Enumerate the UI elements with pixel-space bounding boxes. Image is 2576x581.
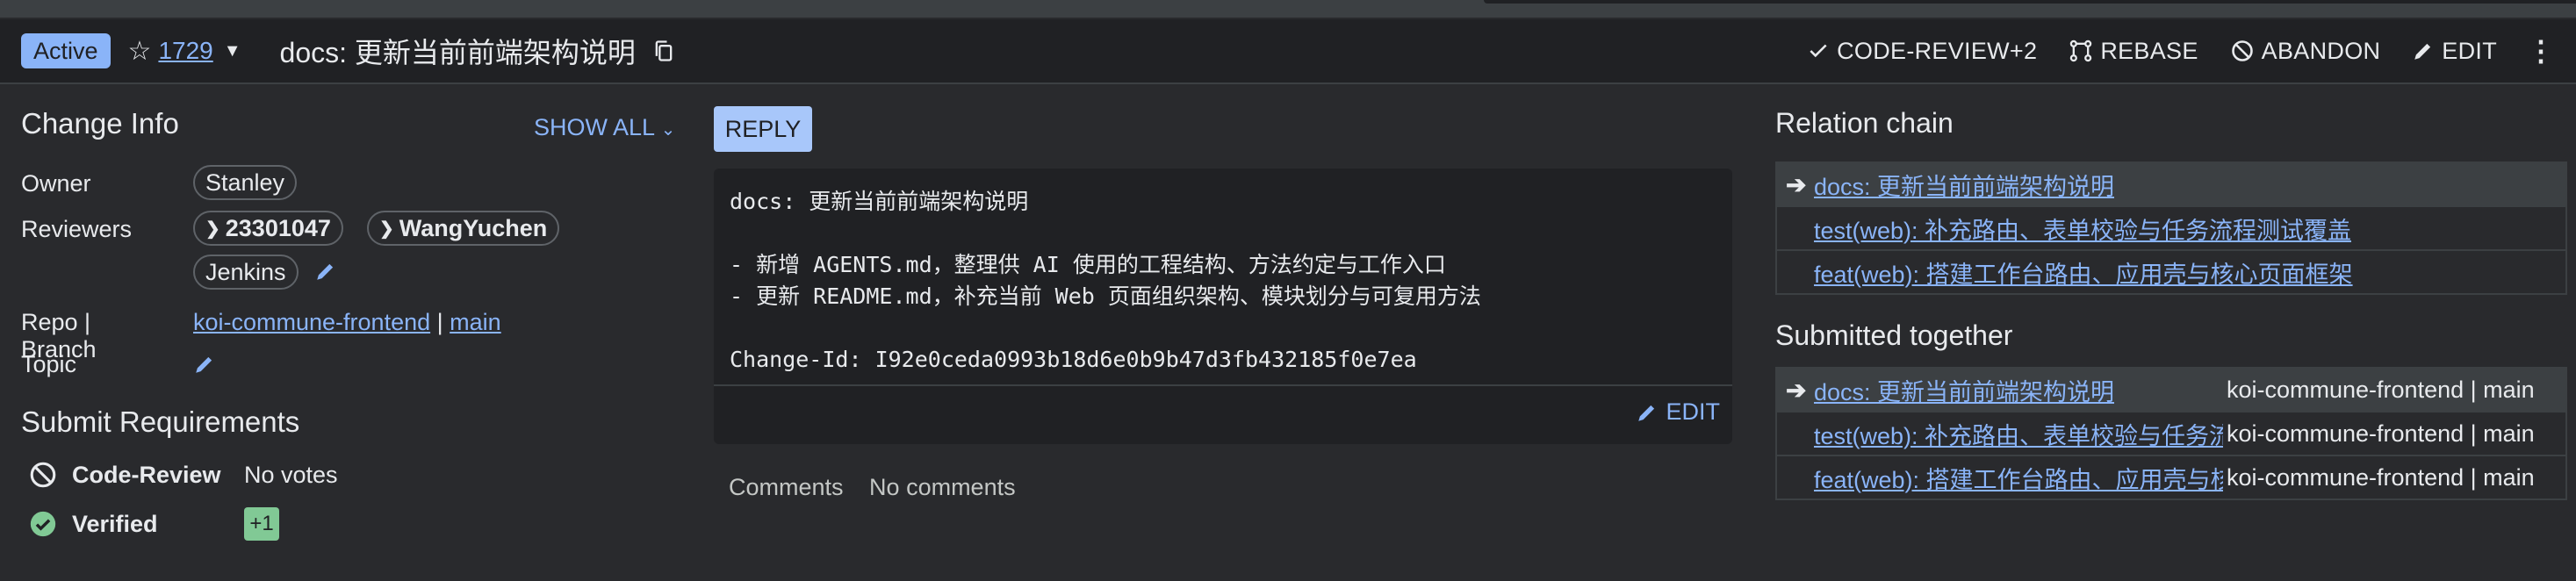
vote-badge[interactable]: +1	[244, 507, 279, 541]
attention-icon: ❯	[205, 219, 220, 239]
pencil-icon[interactable]	[193, 353, 216, 376]
edit-button[interactable]: EDIT	[2412, 38, 2497, 65]
submitted-repo-branch: koi-commune-frontend | main	[2223, 420, 2535, 448]
arrow-right-icon: ➔	[1786, 170, 1807, 198]
edit-message-label: EDIT	[1666, 398, 1720, 425]
commit-message-box: docs: 更新当前前端架构说明 - 新增 AGENTS.md，整理供 AI 使…	[714, 169, 1732, 444]
submitted-repo-branch: koi-commune-frontend | main	[2223, 376, 2535, 404]
submit-requirements-title: Submit Requirements	[21, 405, 300, 438]
relation-item: feat(web): 搭建工作台路由、应用壳与核心页面框架	[1777, 251, 2565, 293]
branch-link[interactable]: main	[450, 309, 501, 335]
rebase-button[interactable]: REBASE	[2069, 38, 2198, 65]
submitted-link[interactable]: feat(web): 搭建工作台路由、应用壳与核心页面框架	[1814, 461, 2223, 495]
abandon-icon	[2231, 40, 2253, 61]
chevron-down-icon: ⌄	[660, 120, 676, 140]
reply-button[interactable]: REPLY	[714, 106, 812, 152]
submitted-item: feat(web): 搭建工作台路由、应用壳与核心页面框架 koi-commun…	[1777, 456, 2565, 499]
submitted-link[interactable]: docs: 更新当前前端架构说明	[1814, 373, 2114, 407]
rebase-icon	[2070, 39, 2092, 62]
check-circle-icon	[30, 511, 56, 537]
relation-chain-title: Relation chain	[1775, 107, 1954, 139]
star-icon[interactable]: ☆	[128, 36, 152, 67]
repo-branch-separator: |	[436, 309, 443, 335]
arrow-right-icon: ➔	[1786, 376, 1807, 404]
commit-message-text: docs: 更新当前前端架构说明 - 新增 AGENTS.md，整理供 AI 使…	[730, 189, 1481, 372]
reviewer-chip[interactable]: ❯ WangYuchen	[367, 211, 560, 246]
submitted-together-panel: Submitted together ➔ docs: 更新当前前端架构说明 ko…	[1775, 319, 2567, 500]
divider	[714, 384, 1732, 386]
pencil-icon	[1638, 405, 1655, 421]
relation-chain-list: ➔ docs: 更新当前前端架构说明 test(web): 补充路由、表单校验与…	[1775, 161, 2567, 295]
relation-link[interactable]: docs: 更新当前前端架构说明	[1814, 168, 2114, 202]
copy-icon[interactable]	[651, 39, 676, 63]
edit-label: EDIT	[2442, 37, 2497, 64]
relation-link[interactable]: test(web): 补充路由、表单校验与任务流程测试覆盖	[1814, 212, 2351, 246]
code-review-button[interactable]: CODE-REVIEW+2	[1807, 38, 2037, 65]
owner-label: Owner	[21, 170, 91, 197]
topic-label: Topic	[21, 351, 77, 377]
submitted-item: test(web): 补充路由、表单校验与任务流程测试覆盖 koi-commun…	[1777, 412, 2565, 456]
top-strip	[0, 0, 2576, 18]
relation-item: ➔ docs: 更新当前前端架构说明	[1777, 163, 2565, 207]
requirement-status: No votes	[244, 461, 338, 488]
header-actions: CODE-REVIEW+2 REBASE ABANDON EDIT ⋮	[1775, 34, 2576, 68]
abandon-label: ABANDON	[2261, 37, 2381, 64]
requirement-name: Code-Review	[72, 461, 221, 488]
owner-chip[interactable]: Stanley	[193, 165, 298, 200]
submitted-link[interactable]: test(web): 补充路由、表单校验与任务流程测试覆盖	[1814, 417, 2223, 451]
show-all-button[interactable]: SHOW ALL ⌄	[534, 114, 675, 141]
edit-message-button[interactable]: EDIT	[1636, 398, 1720, 426]
more-vert-icon[interactable]: ⋮	[2527, 34, 2555, 68]
submitted-repo-branch: koi-commune-frontend | main	[2223, 463, 2535, 491]
comments-value: No comments	[869, 474, 1016, 500]
submitted-item: ➔ docs: 更新当前前端架构说明 koi-commune-frontend …	[1777, 369, 2565, 412]
pencil-icon[interactable]	[314, 260, 337, 283]
reviewer-name: 23301047	[225, 214, 331, 241]
relation-link[interactable]: feat(web): 搭建工作台路由、应用壳与核心页面框架	[1814, 255, 2353, 290]
code-review-label: CODE-REVIEW+2	[1837, 37, 2038, 64]
reviewer-name: WangYuchen	[399, 214, 548, 241]
requirement-row: Verified +1	[28, 507, 279, 541]
pencil-icon	[2414, 43, 2431, 60]
abandon-button[interactable]: ABANDON	[2230, 38, 2381, 65]
change-info-panel: Change Info SHOW ALL ⌄ Owner Stanley Rev…	[21, 107, 688, 541]
chevron-down-icon[interactable]: ▼	[224, 41, 241, 61]
search-bar-edge[interactable]	[1484, 0, 2576, 4]
reviewer-chip[interactable]: ❯ 23301047	[193, 211, 343, 246]
comments-label: Comments	[729, 474, 844, 500]
relation-chain-panel: Relation chain ➔ docs: 更新当前前端架构说明 test(w…	[1775, 107, 2567, 295]
change-title: docs: 更新当前前端架构说明	[279, 37, 636, 68]
show-all-label: SHOW ALL	[534, 114, 655, 140]
reviewer-chip[interactable]: Jenkins	[193, 255, 299, 290]
submitted-together-list: ➔ docs: 更新当前前端架构说明 koi-commune-frontend …	[1775, 367, 2567, 500]
change-number-link[interactable]: 1729	[158, 37, 212, 65]
change-header: Active ☆ 1729 ▼ docs: 更新当前前端架构说明 CODE-RE…	[0, 19, 2576, 84]
repo-link[interactable]: koi-commune-frontend	[193, 309, 430, 335]
submitted-together-title: Submitted together	[1775, 319, 2013, 351]
attention-icon: ❯	[379, 219, 394, 239]
reviewers-label: Reviewers	[21, 216, 133, 242]
comments-summary: Comments No comments	[729, 474, 1035, 501]
status-badge: Active	[21, 33, 111, 68]
block-icon	[30, 462, 56, 488]
requirement-row: Code-Review No votes	[28, 460, 338, 490]
rebase-label: REBASE	[2100, 37, 2198, 64]
check-icon	[1810, 44, 1827, 58]
relation-item: test(web): 补充路由、表单校验与任务流程测试覆盖	[1777, 207, 2565, 251]
requirement-name: Verified	[72, 510, 158, 537]
